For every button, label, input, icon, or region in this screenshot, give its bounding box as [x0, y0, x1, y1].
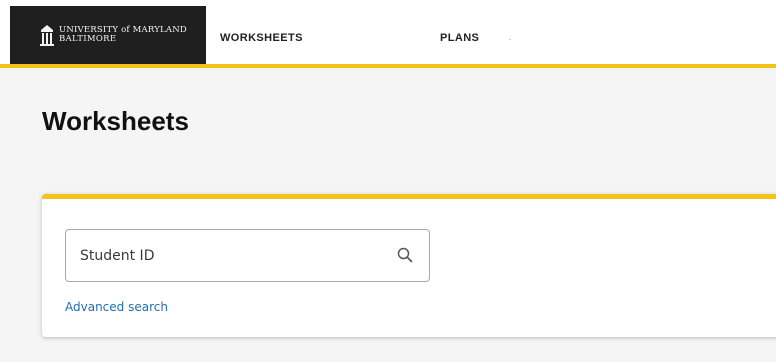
search-icon[interactable]	[397, 247, 413, 263]
nav-worksheets[interactable]: WORKSHEETS	[220, 32, 303, 44]
nav-plans[interactable]: PLANS	[440, 32, 479, 44]
columns-logo-icon	[40, 23, 54, 47]
search-card: Advanced search	[42, 194, 776, 337]
top-navigation-bar: UNIVERSITY of MARYLAND BALTIMORE WORKSHE…	[0, 0, 776, 68]
logo-line-baltimore: BALTIMORE	[59, 34, 117, 44]
logo-wordmark: UNIVERSITY of MARYLAND BALTIMORE	[59, 26, 187, 44]
nav-divider	[509, 39, 511, 40]
student-id-input[interactable]	[80, 244, 380, 268]
advanced-search-link[interactable]: Advanced search	[65, 300, 168, 314]
student-id-search-box[interactable]	[65, 229, 430, 282]
university-logo[interactable]: UNIVERSITY of MARYLAND BALTIMORE	[10, 6, 206, 64]
page-title: Worksheets	[42, 106, 189, 136]
